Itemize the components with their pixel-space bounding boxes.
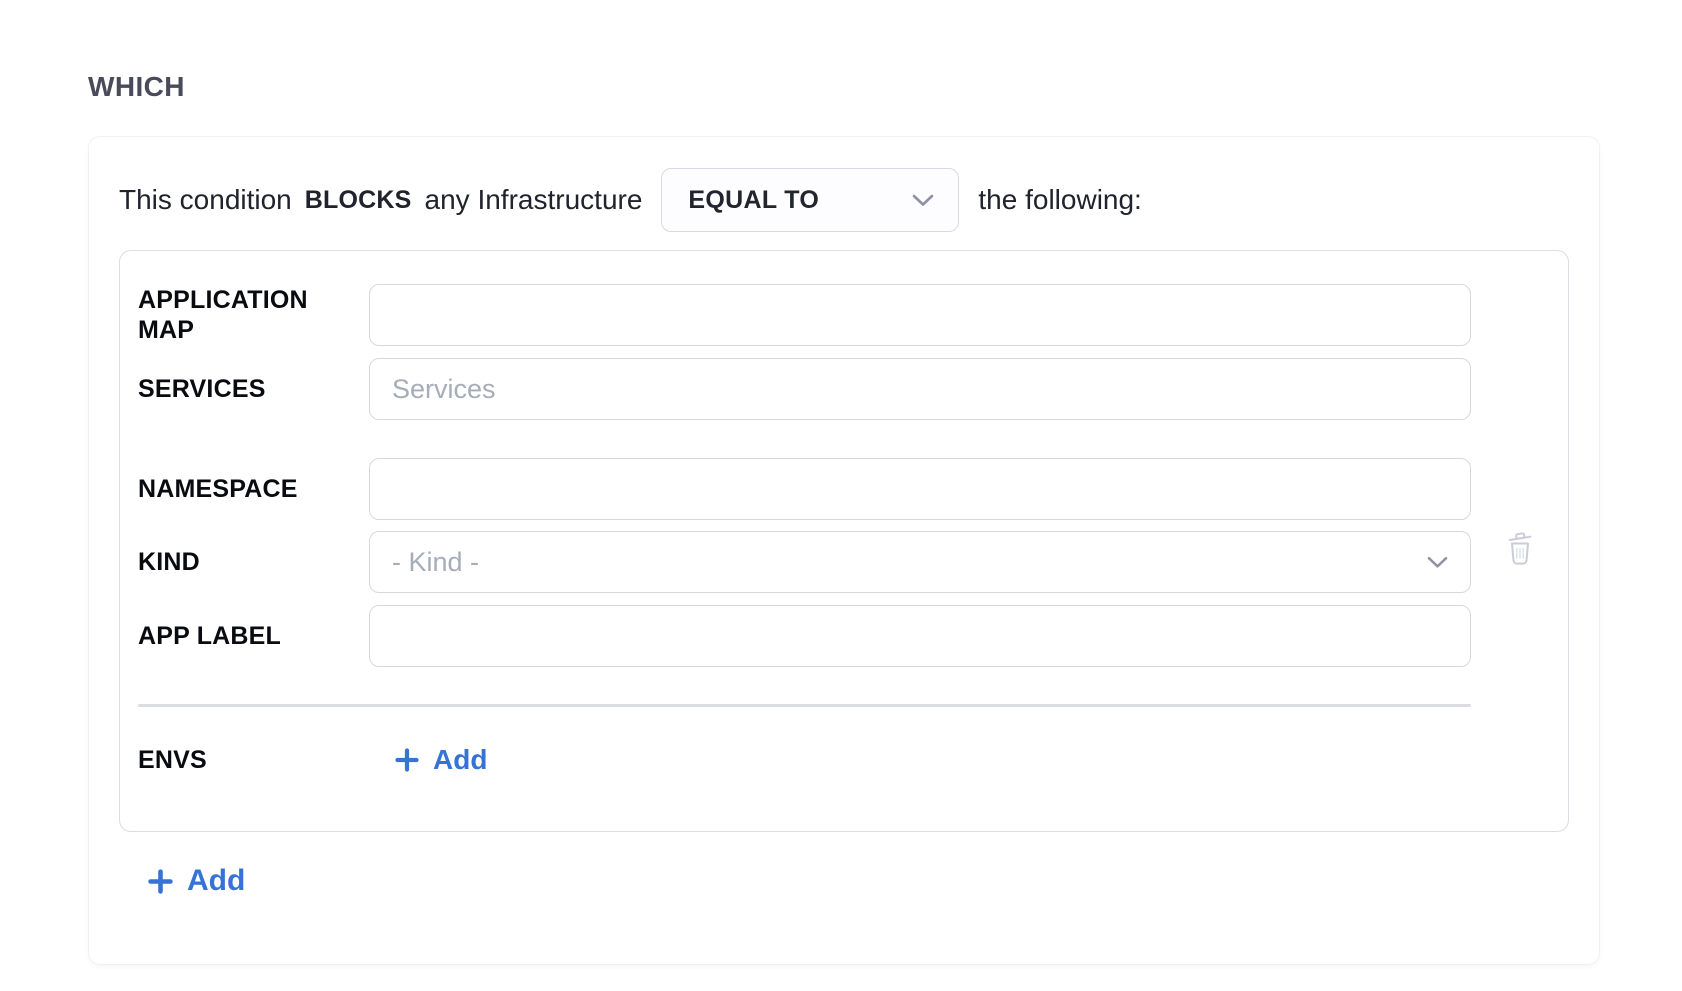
field-row-app-label: APP LABEL [138, 605, 1471, 667]
add-infrastructure-label: Add [187, 864, 245, 898]
add-env-button[interactable]: Add [395, 744, 487, 776]
operator-dropdown[interactable]: EQUAL TO [661, 168, 959, 232]
condition-card: This condition BLOCKS any Infrastructure… [88, 136, 1600, 965]
condition-sentence: This condition BLOCKS any Infrastructure… [119, 168, 1569, 232]
app-label-input[interactable] [369, 605, 1471, 667]
divider [138, 704, 1471, 707]
kind-select-placeholder: - Kind - [392, 547, 479, 578]
field-row-namespace: NAMESPACE [138, 458, 1471, 520]
condition-action: BLOCKS [305, 186, 412, 215]
sentence-middle: any Infrastructure [425, 184, 643, 216]
namespace-input[interactable] [369, 458, 1471, 520]
namespace-label: NAMESPACE [138, 474, 369, 505]
field-row-application-map: APPLICATION MAP [138, 284, 1471, 346]
page-title: WHICH [88, 71, 1682, 103]
chevron-down-icon [1427, 556, 1448, 569]
app-label-label: APP LABEL [138, 621, 369, 652]
sentence-suffix: the following: [978, 184, 1141, 216]
page: WHICH This condition BLOCKS any Infrastr… [0, 0, 1682, 965]
services-label: SERVICES [138, 374, 369, 405]
kind-label: KIND [138, 547, 369, 578]
plus-icon [395, 748, 419, 772]
add-infrastructure-button[interactable]: Add [148, 864, 245, 898]
application-map-input[interactable] [369, 284, 1471, 346]
application-map-label: APPLICATION MAP [138, 285, 369, 346]
services-input[interactable] [369, 358, 1471, 420]
trash-icon [1506, 527, 1534, 567]
delete-infrastructure-button[interactable] [1505, 527, 1535, 567]
field-row-services: SERVICES [138, 358, 1471, 420]
sentence-prefix: This condition [119, 184, 292, 216]
operator-value: EQUAL TO [688, 186, 819, 215]
kind-select[interactable]: - Kind - [369, 531, 1471, 593]
add-infrastructure-row: Add [148, 864, 1569, 899]
plus-icon [148, 869, 173, 894]
field-row-kind: KIND - Kind - [138, 531, 1471, 593]
envs-label: ENVS [138, 745, 369, 776]
field-row-envs: ENVS Add [138, 744, 1471, 776]
chevron-down-icon [912, 194, 934, 207]
infrastructure-panel: APPLICATION MAP SERVICES NAMESPACE KIND … [119, 250, 1569, 832]
add-env-label: Add [433, 744, 487, 776]
